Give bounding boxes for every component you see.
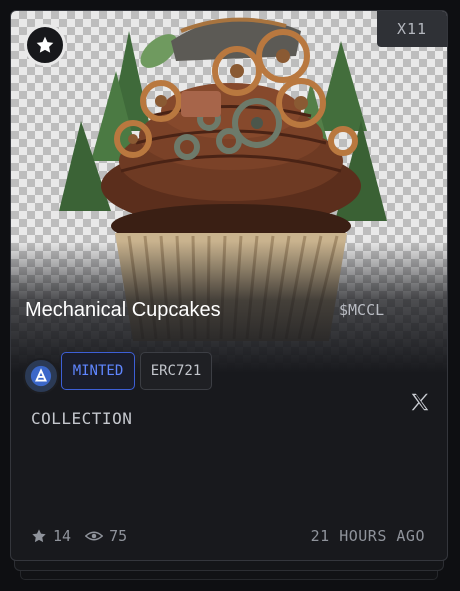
view-count-value: 75 [109, 527, 128, 545]
card-stats: 14 75 [31, 527, 141, 545]
card-stack-shadow [14, 560, 444, 571]
favorite-badge[interactable] [24, 24, 66, 66]
x-logo-icon [411, 393, 429, 411]
timestamp: 21 HOURS AGO [310, 527, 425, 545]
star-count[interactable]: 14 [31, 527, 71, 545]
star-count-value: 14 [53, 527, 72, 545]
chain-logo[interactable] [23, 358, 59, 394]
chain-logo-icon [30, 365, 52, 387]
token-standard-tag: ERC721 [140, 352, 212, 390]
card-stack-shadow-back [20, 571, 438, 580]
star-count-icon [32, 529, 46, 543]
eye-icon [85, 531, 104, 541]
view-count: 75 [85, 527, 127, 545]
star-icon [36, 36, 54, 53]
nft-title[interactable]: Mechanical Cupcakes [25, 299, 221, 322]
x-share-link[interactable] [409, 391, 433, 415]
minted-tag: MINTED [61, 352, 135, 390]
collection-label: COLLECTION [31, 409, 133, 428]
edition-count-badge: X11 [377, 11, 447, 47]
nft-card[interactable]: X11 Mechanical Cupcakes $MCCL MINTED ERC… [10, 10, 448, 561]
token-ticker: $MCCL [339, 301, 385, 319]
